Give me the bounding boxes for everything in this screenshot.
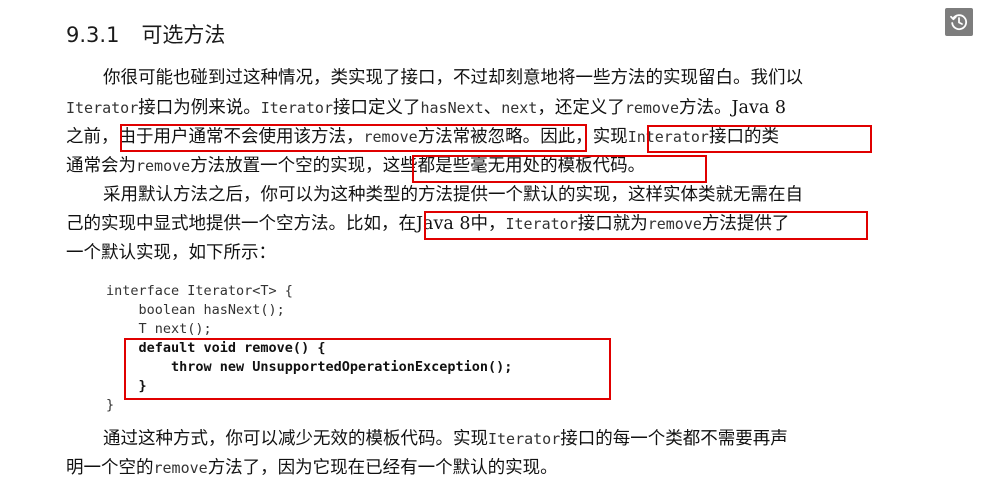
para2-line3: 一个默认实现，如下所示： bbox=[66, 243, 276, 263]
section-title: 可选方法 bbox=[141, 23, 226, 47]
code-line: } bbox=[106, 378, 147, 394]
code-line: interface Iterator<T> { bbox=[106, 283, 293, 299]
para1-line3: 之前，由于用户通常不会使用该方法，remove方法常被忽略。因此，实现Inter… bbox=[66, 127, 779, 147]
section-number: 9.3.1 bbox=[66, 23, 120, 47]
para3-line2: 明一个空的remove方法了，因为它现在已经有一个默认的实现。 bbox=[66, 458, 558, 478]
para1-line1: 你很可能也碰到过这种情况，类实现了接口，不过却刻意地将一些方法的实现留白。我们以 bbox=[103, 68, 803, 88]
para3-line1: 通过这种方式，你可以减少无效的模板代码。实现Iterator接口的每一个类都不需… bbox=[103, 429, 788, 449]
section-heading: 9.3.1 可选方法 bbox=[66, 19, 225, 49]
code-line: boolean hasNext(); bbox=[106, 302, 285, 318]
para1-line2: Iterator接口为例来说。Iterator接口定义了hasNext、next… bbox=[66, 98, 786, 118]
history-button[interactable] bbox=[945, 8, 973, 36]
para1-line4: 通常会为remove方法放置一个空的实现，这些都是些毫无用处的模板代码。 bbox=[66, 156, 646, 176]
code-line: throw new UnsupportedOperationException(… bbox=[106, 359, 513, 375]
code-line: T next(); bbox=[106, 321, 212, 337]
code-block: interface Iterator<T> { boolean hasNext(… bbox=[106, 282, 512, 415]
code-line: default void remove() { bbox=[106, 340, 326, 356]
code-line: } bbox=[106, 397, 115, 413]
para2-line1: 采用默认方法之后，你可以为这种类型的方法提供一个默认的实现，这样实体类就无需在自 bbox=[103, 185, 803, 205]
history-icon bbox=[950, 14, 968, 31]
para2-line2: 己的实现中显式地提供一个空方法。比如，在Java 8中，Iterator接口就为… bbox=[66, 214, 790, 234]
